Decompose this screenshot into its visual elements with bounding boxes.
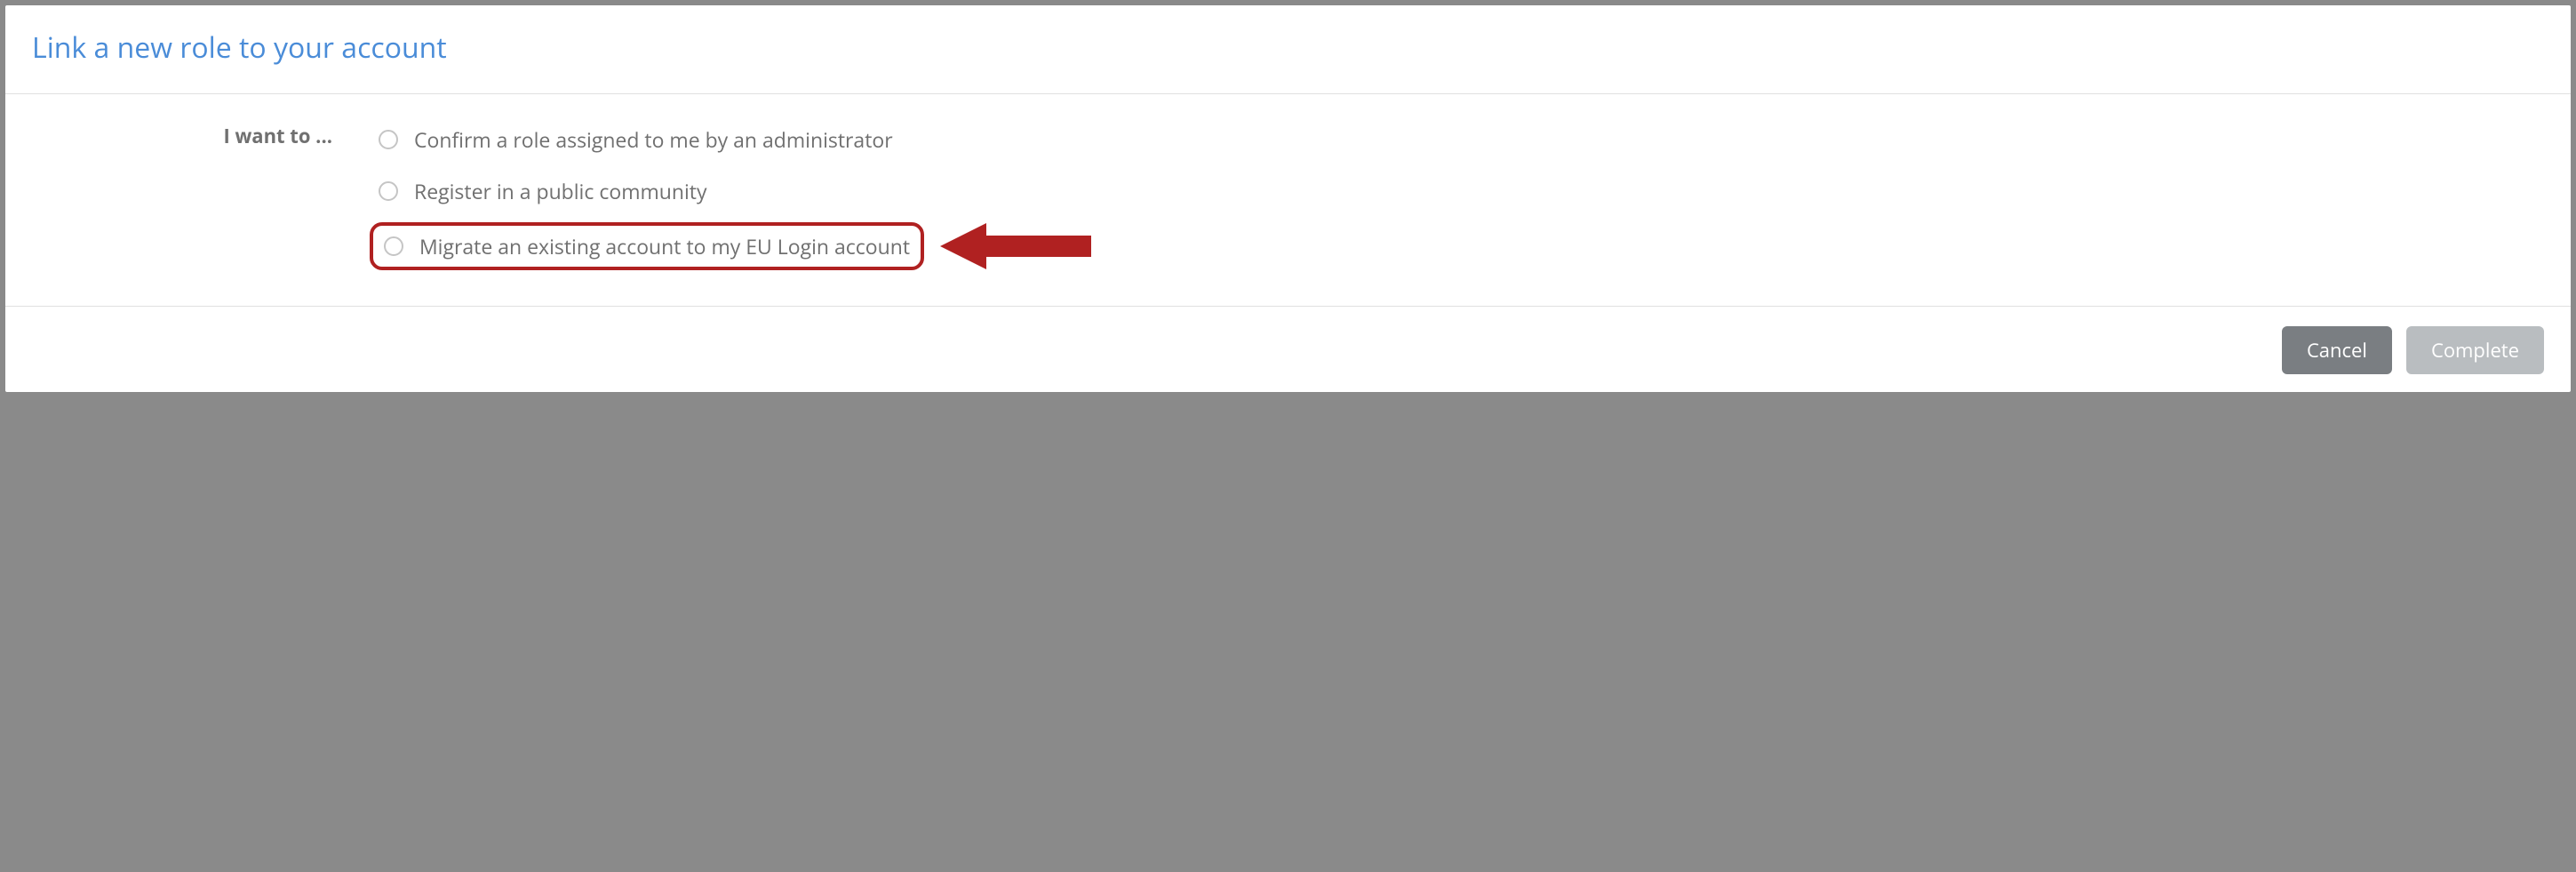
modal-footer: Cancel Complete xyxy=(5,307,2571,392)
link-role-modal: Link a new role to your account I want t… xyxy=(5,5,2571,392)
highlighted-row: Migrate an existing account to my EU Log… xyxy=(370,222,2544,270)
option-label: Confirm a role assigned to me by an admi… xyxy=(414,125,893,154)
option-register-community[interactable]: Register in a public community xyxy=(370,171,2544,212)
complete-button[interactable]: Complete xyxy=(2406,326,2544,374)
options-group: Confirm a role assigned to me by an admi… xyxy=(370,119,2544,270)
radio-icon xyxy=(379,130,398,149)
cancel-button[interactable]: Cancel xyxy=(2282,326,2392,374)
arrow-left-icon xyxy=(940,223,1091,269)
option-label: Migrate an existing account to my EU Log… xyxy=(419,232,910,260)
radio-icon xyxy=(379,181,398,201)
option-label: Register in a public community xyxy=(414,177,707,205)
option-migrate-account[interactable]: Migrate an existing account to my EU Log… xyxy=(370,222,924,270)
modal-title: Link a new role to your account xyxy=(32,28,2544,67)
form-label: I want to ... xyxy=(32,119,370,149)
form-row: I want to ... Confirm a role assigned to… xyxy=(32,119,2544,270)
modal-header: Link a new role to your account xyxy=(5,5,2571,94)
option-confirm-role[interactable]: Confirm a role assigned to me by an admi… xyxy=(370,119,2544,160)
radio-icon xyxy=(384,236,403,256)
modal-body: I want to ... Confirm a role assigned to… xyxy=(5,94,2571,307)
